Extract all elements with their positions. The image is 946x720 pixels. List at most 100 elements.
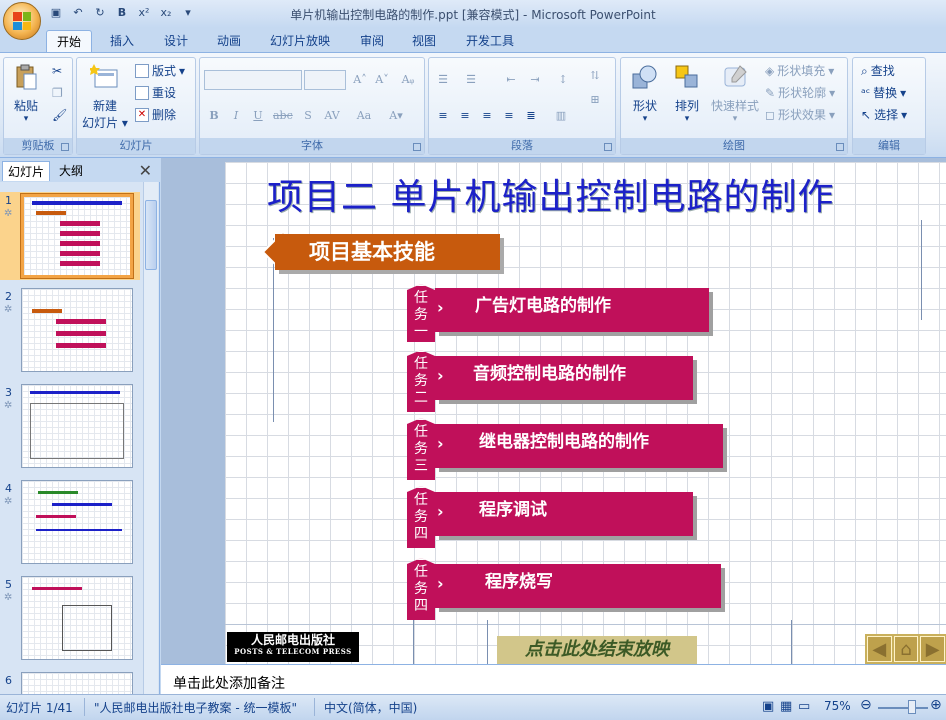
- slideshow-view-icon[interactable]: ▭: [798, 699, 810, 714]
- zoom-slider[interactable]: [878, 707, 928, 709]
- arrange-button[interactable]: 排列 ▾: [667, 62, 707, 124]
- decrease-indent-icon[interactable]: ⇤: [501, 70, 521, 90]
- slide-thumbnail-1[interactable]: [20, 193, 134, 279]
- tab-animation[interactable]: 动画: [207, 30, 251, 52]
- arrange-icon: [675, 65, 698, 88]
- tab-design[interactable]: 设计: [154, 30, 198, 52]
- shapes-button[interactable]: 形状 ▾: [625, 62, 665, 124]
- zoom-in-icon[interactable]: ⊕: [930, 697, 942, 713]
- slide-title[interactable]: 项目二 单片机输出控制电路的制作: [267, 168, 834, 220]
- cut-icon[interactable]: ✂: [52, 62, 62, 80]
- increase-indent-icon[interactable]: ⇥: [525, 70, 545, 90]
- layout-button[interactable]: 版式 ▾: [135, 62, 185, 80]
- font-launcher-icon[interactable]: [413, 143, 421, 151]
- tab-insert[interactable]: 插入: [100, 30, 144, 52]
- group-label-font: 字体: [200, 138, 424, 154]
- distribute-icon[interactable]: ≣: [521, 106, 541, 126]
- slides-scrollbar[interactable]: [143, 182, 158, 694]
- task-item-4[interactable]: 程序调试: [435, 492, 693, 536]
- delete-button[interactable]: ✕ 删除: [135, 106, 176, 124]
- task-item-3[interactable]: 继电器控制电路的制作: [435, 424, 723, 468]
- slide-thumbnail-2[interactable]: [21, 288, 133, 372]
- task-item-5[interactable]: 程序烧写: [435, 564, 721, 608]
- previous-icon[interactable]: ◀: [867, 636, 892, 662]
- shape-fill-button[interactable]: ◈ 形状填充 ▾: [765, 62, 834, 80]
- scrollbar-thumb[interactable]: [145, 200, 157, 270]
- replace-button[interactable]: ᵃᶜ 替换 ▾: [861, 84, 906, 102]
- zoom-slider-thumb[interactable]: [908, 700, 916, 714]
- task-item-2[interactable]: 音频控制电路的制作: [435, 356, 693, 400]
- end-show-button[interactable]: 点击此处结束放映: [497, 636, 697, 664]
- language-indicator[interactable]: 中文(简体，中国): [324, 699, 417, 716]
- font-color-icon[interactable]: A▾: [386, 106, 406, 126]
- notes-placeholder: 单击此处添加备注: [173, 676, 285, 692]
- char-spacing-icon[interactable]: AV: [322, 106, 342, 126]
- quick-styles-button[interactable]: 快速样式 ▾: [709, 62, 761, 124]
- align-right-icon[interactable]: ≡: [477, 106, 497, 126]
- columns-icon[interactable]: ▥: [551, 106, 571, 126]
- zoom-level[interactable]: 75%: [824, 699, 851, 713]
- shadow-button[interactable]: S: [298, 106, 318, 126]
- slide-number: 5: [5, 578, 12, 591]
- bold-button[interactable]: B: [204, 106, 224, 126]
- tab-slides[interactable]: 幻灯片: [2, 161, 51, 181]
- slide-sorter-icon[interactable]: ▦: [780, 699, 792, 714]
- group-drawing: 形状 ▾ 排列 ▾ 快速样式 ▾ ◈ 形状填充 ▾ ✎ 形状轮廓 ▾ ◻ 形状效果 ▾ 绘图: [620, 57, 848, 155]
- numbering-icon[interactable]: ☰: [461, 70, 481, 90]
- task-item-1[interactable]: 广告灯电路的制作: [435, 288, 709, 332]
- next-icon[interactable]: ▶: [920, 636, 946, 662]
- text-direction-icon[interactable]: ⇅: [585, 66, 605, 86]
- select-button[interactable]: ↖ 选择 ▾: [861, 106, 907, 124]
- chevron-right-icon: ›: [437, 366, 444, 385]
- tab-home[interactable]: 开始: [46, 30, 92, 52]
- slide-thumbnail-4[interactable]: [21, 480, 133, 564]
- guide-line: [921, 220, 922, 320]
- guide-line: [791, 620, 792, 664]
- paste-button[interactable]: 粘贴 ▾: [8, 62, 44, 124]
- zoom-out-icon[interactable]: ⊖: [860, 697, 872, 713]
- strikethrough-button[interactable]: abc: [272, 106, 293, 126]
- office-button[interactable]: [3, 2, 41, 40]
- shrink-font-icon[interactable]: A˅: [372, 70, 392, 90]
- slide-number: 2: [5, 290, 12, 303]
- copy-icon[interactable]: ❐: [52, 84, 63, 102]
- transition-icon: ✲: [4, 592, 13, 603]
- italic-button[interactable]: I: [226, 106, 246, 126]
- tab-view[interactable]: 视图: [402, 30, 446, 52]
- skill-heading[interactable]: 项目基本技能: [275, 234, 500, 270]
- drawing-launcher-icon[interactable]: [836, 143, 844, 151]
- format-painter-icon[interactable]: 🖌: [52, 106, 67, 124]
- shape-effects-button[interactable]: ◻ 形状效果 ▾: [765, 106, 835, 124]
- normal-view-icon[interactable]: ▣: [762, 699, 774, 714]
- find-button[interactable]: ⌕ 查找: [861, 62, 895, 80]
- line-spacing-icon[interactable]: ↕: [553, 70, 573, 90]
- justify-icon[interactable]: ≡: [499, 106, 519, 126]
- underline-button[interactable]: U: [248, 106, 268, 126]
- reset-button[interactable]: 重设: [135, 84, 176, 102]
- new-slide-button[interactable]: 新建 幻灯片 ▾: [81, 62, 129, 131]
- slide-canvas[interactable]: 项目二 单片机输出控制电路的制作 项目基本技能 广告灯电路的制作 任务一 › 音…: [225, 162, 946, 664]
- notes-pane[interactable]: 单击此处添加备注: [161, 664, 946, 694]
- bullets-icon[interactable]: ☰: [433, 70, 453, 90]
- tab-review[interactable]: 审阅: [350, 30, 394, 52]
- change-case-icon[interactable]: Aa: [354, 106, 374, 126]
- home-icon[interactable]: ⌂: [893, 636, 919, 662]
- align-left-icon[interactable]: ≡: [433, 106, 453, 126]
- shape-outline-button[interactable]: ✎ 形状轮廓 ▾: [765, 84, 835, 102]
- divider: [84, 698, 85, 716]
- tab-developer[interactable]: 开发工具: [458, 30, 522, 52]
- tab-slideshow[interactable]: 幻灯片放映: [262, 30, 338, 52]
- align-center-icon[interactable]: ≡: [455, 106, 475, 126]
- clear-format-icon[interactable]: Aᵩ: [398, 70, 418, 90]
- slide-thumbnail-5[interactable]: [21, 576, 133, 660]
- close-icon[interactable]: ✕: [139, 161, 152, 180]
- clipboard-launcher-icon[interactable]: [61, 143, 69, 151]
- tab-outline[interactable]: 大纲: [54, 161, 88, 181]
- slide-thumbnail-3[interactable]: [21, 384, 133, 468]
- paragraph-launcher-icon[interactable]: [604, 143, 612, 151]
- align-text-icon[interactable]: ⊞: [585, 90, 605, 110]
- font-size-field[interactable]: [304, 70, 346, 90]
- font-name-field[interactable]: [204, 70, 302, 90]
- group-clipboard: 粘贴 ▾ ✂ ❐ 🖌 剪贴板: [3, 57, 73, 155]
- grow-font-icon[interactable]: A˄: [350, 70, 370, 90]
